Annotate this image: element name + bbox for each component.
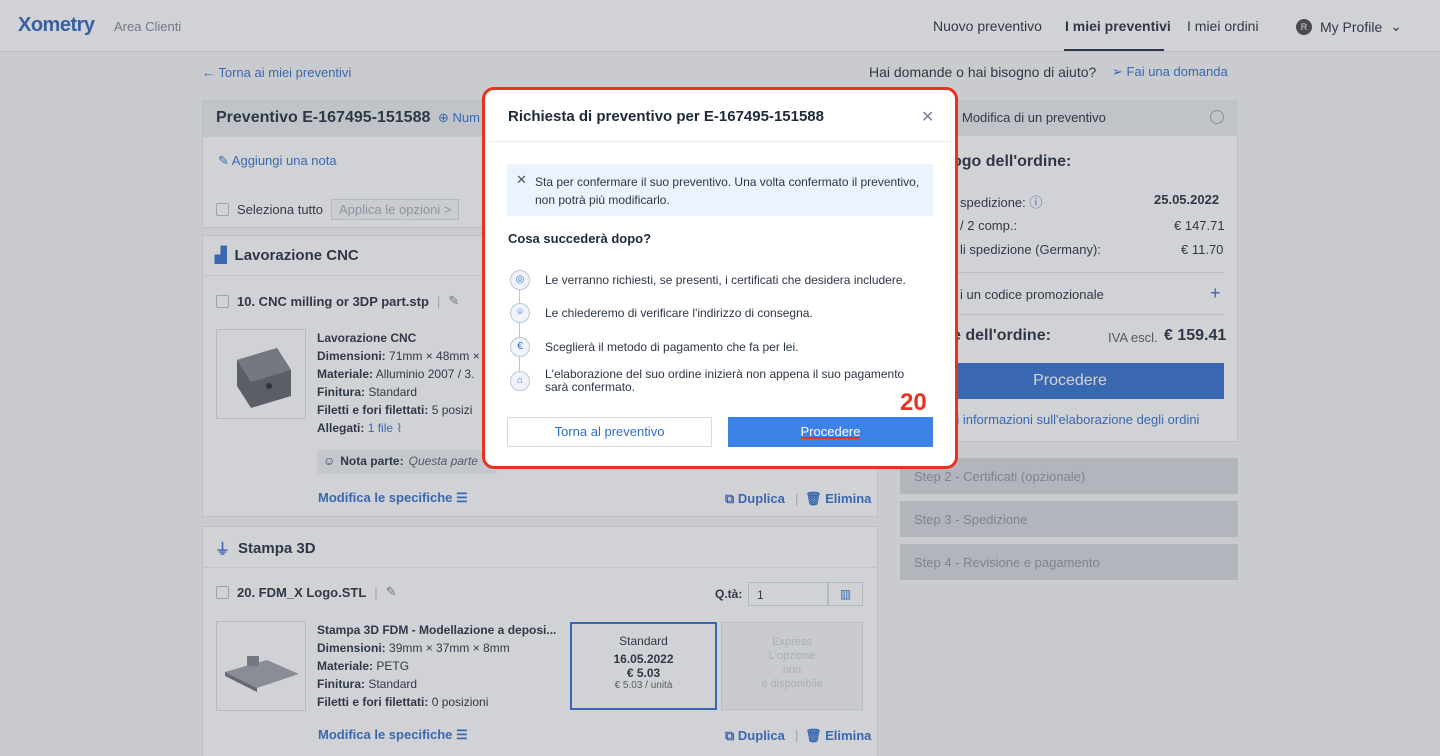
xometry-x-icon: ✕ [516,172,527,187]
back-to-quote-button[interactable]: Torna al preventivo [507,417,712,447]
factory-icon: ⌂ [510,371,530,391]
proceed-underline-mark [801,437,859,439]
euro-icon: € [510,337,530,357]
next-step-2: Le chiederemo di verificare l'indirizzo … [545,306,813,320]
timeline-line [519,279,520,382]
next-step-3: Sceglierà il metodo di pagamento che fa … [545,340,799,354]
step-annotation-badge: 20 [900,389,927,416]
certificate-icon: ◎ [510,270,530,290]
modal-alert: Sta per confermare il suo preventivo. Un… [507,164,933,216]
next-step-4: L'elaborazione del suo ordine inizierà n… [545,367,905,394]
modal-subtitle: Cosa succederà dopo? [508,231,652,246]
location-pin-icon: ⌾ [510,303,530,323]
modal-title: Richiesta di preventivo per E-167495-151… [508,108,824,125]
modal-proceed-button[interactable]: Procedere [728,417,933,447]
next-step-1: Le verranno richiesti, se presenti, i ce… [545,273,906,287]
close-icon[interactable]: ✕ [921,107,934,127]
